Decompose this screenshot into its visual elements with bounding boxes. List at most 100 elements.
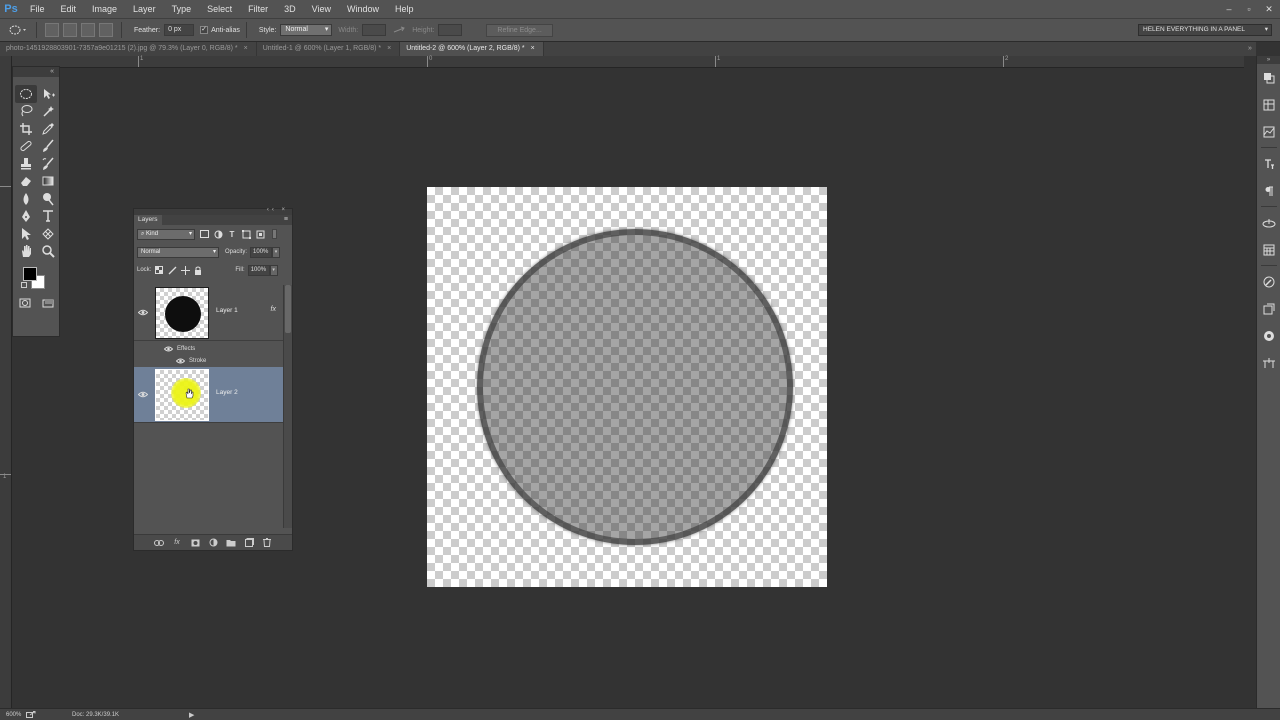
add-to-selection-icon[interactable] [63,23,77,37]
layer-name[interactable]: Layer 2 [216,389,238,396]
antialias-checkbox[interactable]: ✓ [200,26,209,34]
tool-preset-picker[interactable] [6,21,30,39]
menu-3d[interactable]: 3D [276,0,304,18]
lock-pixels-icon[interactable] [167,265,177,275]
visibility-eye-icon[interactable] [138,307,148,317]
menu-type[interactable]: Type [164,0,200,18]
smart-object-filter-icon[interactable] [255,229,265,239]
3d-panel-icon[interactable] [1257,209,1280,236]
swatches-panel-icon[interactable] [1257,91,1280,118]
custom-shape-tool[interactable] [37,225,59,243]
close-tab-icon[interactable]: × [531,45,535,52]
color-panel-icon[interactable] [1257,64,1280,91]
layer-row-layer-1[interactable]: Layer 1 fx [134,285,284,341]
path-selection-tool[interactable] [15,225,37,243]
close-button[interactable]: ✕ [1262,3,1276,15]
menu-image[interactable]: Image [84,0,125,18]
layer-thumbnail[interactable] [155,369,209,421]
mask-icon[interactable] [189,537,201,549]
lock-position-icon[interactable] [180,265,190,275]
layer-name[interactable]: Layer 1 [216,307,238,314]
subtract-from-selection-icon[interactable] [81,23,95,37]
close-tab-icon[interactable]: × [244,45,248,52]
pixel-filter-icon[interactable] [199,229,209,239]
healing-brush-tool[interactable] [15,138,37,156]
elliptical-marquee-tool[interactable] [15,85,37,103]
move-tool[interactable] [37,85,59,103]
panel-collapse-icon[interactable]: ‹‹ × [267,207,288,213]
brush-tool[interactable] [37,138,59,156]
type-filter-icon[interactable]: T [227,229,237,239]
visibility-eye-icon[interactable] [138,389,148,399]
visibility-eye-icon[interactable] [164,345,173,354]
new-selection-icon[interactable] [45,23,59,37]
doc-tab-photo[interactable]: photo-1451928803901-7357a9e01215 (2).jpg… [0,42,257,56]
foreground-color-swatch[interactable] [23,267,37,281]
fill-dropdown-icon[interactable]: ▾ [269,264,278,276]
screen-mode-icon[interactable] [42,298,54,308]
gradient-tool[interactable] [37,173,59,191]
doc-tab-untitled-2[interactable]: Untitled-2 @ 600% (Layer 2, RGB/8) * × [400,42,544,56]
menu-layer[interactable]: Layer [125,0,164,18]
tools-panel-header[interactable]: « [13,67,59,77]
lock-all-icon[interactable] [193,265,203,275]
menu-edit[interactable]: Edit [53,0,85,18]
tab-layers[interactable]: Layers [134,215,162,225]
clone-stamp-tool[interactable] [15,155,37,173]
width-input[interactable] [362,24,387,36]
hand-tool[interactable] [15,243,37,261]
filter-kind-select[interactable]: ⌕ Kind [137,228,195,240]
fx-icon[interactable]: fx [271,306,276,313]
blur-tool[interactable] [15,190,37,208]
close-tab-icon[interactable]: × [387,45,391,52]
zoom-level-field[interactable]: 600% [6,712,26,718]
eraser-tool[interactable] [15,173,37,191]
export-icon[interactable] [26,711,36,718]
app-logo[interactable]: Ps [0,0,22,18]
opacity-input[interactable]: 100% [250,246,273,258]
opacity-dropdown-icon[interactable]: ▾ [272,246,281,258]
document-canvas[interactable] [427,187,827,587]
style-select[interactable]: Normal [280,24,333,36]
horizontal-ruler[interactable]: 1 0 1 2 [12,56,1244,68]
styles-panel-icon[interactable] [1257,322,1280,349]
type-tool[interactable] [37,208,59,226]
fx-icon[interactable]: fx [171,537,183,549]
menu-window[interactable]: Window [339,0,387,18]
trash-icon[interactable] [261,537,273,549]
brush-presets-panel-icon[interactable] [1257,349,1280,376]
feather-input[interactable]: 0 px [164,24,195,36]
restore-button[interactable]: ▫ [1242,3,1256,15]
folder-icon[interactable] [225,537,237,549]
collapse-icon[interactable]: « [50,67,54,76]
adjustment-filter-icon[interactable] [213,229,223,239]
refine-edge-button[interactable]: Refine Edge... [486,23,553,37]
swap-dimensions-icon[interactable] [392,25,406,35]
menu-select[interactable]: Select [199,0,240,18]
character-panel-icon[interactable] [1257,150,1280,177]
magic-wand-tool[interactable] [37,103,59,121]
menu-view[interactable]: View [304,0,339,18]
history-panel-icon[interactable] [1257,295,1280,322]
menu-help[interactable]: Help [387,0,422,18]
new-layer-icon[interactable] [243,537,255,549]
height-input[interactable] [438,24,463,36]
pen-tool[interactable] [15,208,37,226]
default-colors-icon[interactable] [21,282,27,288]
eyedropper-tool[interactable] [37,120,59,138]
doc-tab-untitled-1[interactable]: Untitled-1 @ 600% (Layer 1, RGB/8) * × [257,42,401,56]
channels-panel-icon[interactable] [1257,236,1280,263]
lock-transparent-icon[interactable] [154,265,164,275]
dodge-tool[interactable] [37,190,59,208]
status-menu-arrow-icon[interactable]: ▶ [189,711,194,719]
layer-thumbnail[interactable] [155,287,209,339]
layers-scrollbar[interactable] [283,285,292,528]
adjustment-icon[interactable] [207,537,219,549]
quick-mask-icon[interactable] [19,298,31,308]
menu-file[interactable]: File [22,0,53,18]
adjustments-panel-icon[interactable] [1257,118,1280,145]
stroke-effect-row[interactable]: Stroke [176,355,206,367]
vertical-ruler[interactable]: 1 [0,56,12,708]
visibility-eye-icon[interactable] [176,357,185,366]
history-brush-tool[interactable] [37,155,59,173]
